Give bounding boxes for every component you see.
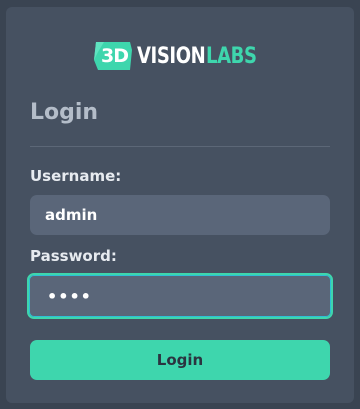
logo-word-vision: VISION xyxy=(137,43,206,69)
logo-word-labs: LABS xyxy=(205,43,257,69)
login-card: 3D VISION LABS Login Username: Password:… xyxy=(6,7,354,403)
login-button[interactable]: Login xyxy=(30,340,330,380)
password-field[interactable] xyxy=(27,273,333,319)
username-field[interactable] xyxy=(30,195,330,235)
username-label: Username: xyxy=(30,167,122,185)
page-title: Login xyxy=(30,100,99,125)
logo-badge: 3D xyxy=(92,40,134,72)
title-divider xyxy=(30,146,330,147)
password-label: Password: xyxy=(30,247,117,265)
logo-badge-text: 3D xyxy=(100,45,129,67)
logo: 3D VISION LABS xyxy=(6,36,354,76)
